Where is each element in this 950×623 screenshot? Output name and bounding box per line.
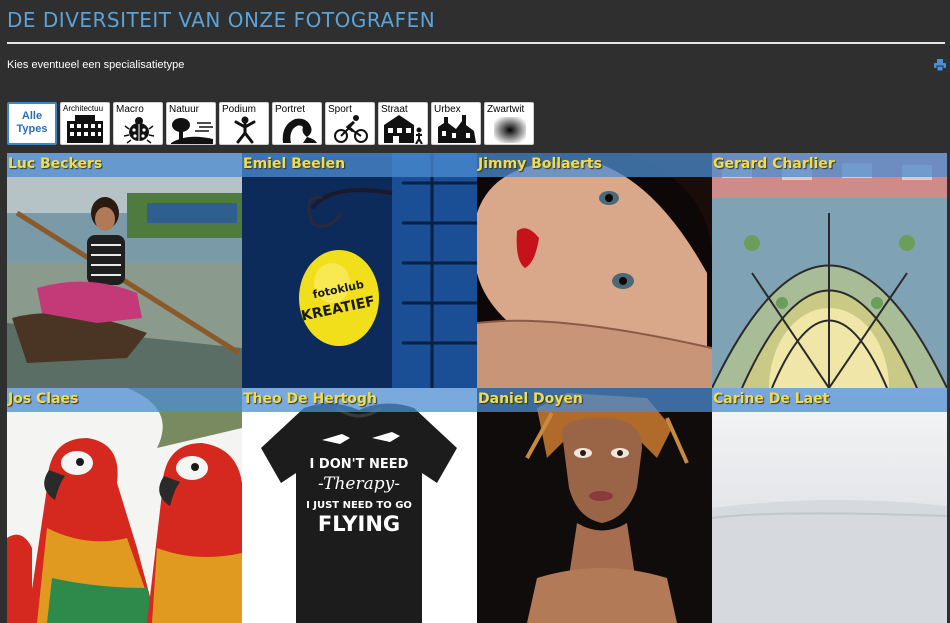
photographer-card-jimmy-bollaerts[interactable]: Jimmy Bollaerts [477, 153, 712, 388]
photographer-name: Luc Beckers [7, 153, 242, 177]
shirt-text-line2: -Therapy- [318, 474, 400, 494]
photographer-name: Theo De Hertogh [242, 388, 477, 412]
photo-fashion-portrait [477, 388, 712, 623]
filter-label: Portret [275, 104, 306, 115]
photo-stained-glass [712, 153, 947, 388]
filter-zwartwit[interactable]: Zwartwit [484, 102, 534, 145]
photographer-name: Jos Claes [7, 388, 242, 412]
filter-label: Alle Types [16, 110, 48, 135]
photo-tshirt: I DON'T NEED -Therapy- I JUST NEED TO GO… [242, 388, 477, 623]
photographer-card-jos-claes[interactable]: Jos Claes [7, 388, 242, 623]
filter-label: Natuur [169, 104, 200, 115]
filter-all-types[interactable]: Alle Types [7, 102, 57, 145]
filter-sport[interactable]: Sport [325, 102, 375, 145]
photographer-grid: Luc Beckers fotoklub KREATIEF Emiel Beel… [7, 153, 947, 623]
filter-straat[interactable]: Straat [378, 102, 428, 145]
shirt-text-line1: I DON'T NEED [310, 457, 409, 472]
filter-label: Macro [116, 104, 144, 115]
photographer-card-luc-beckers[interactable]: Luc Beckers [7, 153, 242, 388]
photo-girl-in-boat [7, 153, 242, 388]
photo-parrots [7, 388, 242, 623]
photographer-card-daniel-doyen[interactable]: Daniel Doyen [477, 388, 712, 623]
filter-label: Sport [328, 104, 352, 115]
filter-label: Zwartwit [487, 104, 525, 115]
photographer-card-carine-de-laet[interactable]: Carine De Laet [712, 388, 947, 623]
photo-fotoklub-sign: fotoklub KREATIEF [242, 153, 477, 388]
filter-urbex[interactable]: Urbex [431, 102, 481, 145]
shirt-text-line4: FLYING [318, 512, 400, 536]
photo-woman-portrait [477, 153, 712, 388]
filter-portret[interactable]: Portret [272, 102, 322, 145]
filter-natuur[interactable]: Natuur [166, 102, 216, 145]
filter-macro[interactable]: Macro [113, 102, 163, 145]
photographer-card-emiel-beelen[interactable]: fotoklub KREATIEF Emiel Beelen [242, 153, 477, 388]
filter-label: Podium [222, 104, 256, 115]
filter-architectuur[interactable]: Architectuu [60, 102, 110, 145]
photographer-name: Jimmy Bollaerts [477, 153, 712, 177]
photographer-name: Daniel Doyen [477, 388, 712, 412]
page-title: DE DIVERSITEIT VAN ONZE FOTOGRAFEN [7, 8, 436, 32]
printer-icon[interactable] [934, 58, 946, 72]
filter-instruction: Kies eventueel een specialisatietype [7, 59, 185, 71]
filter-label: Urbex [434, 104, 461, 115]
photographer-card-theo-de-hertogh[interactable]: I DON'T NEED -Therapy- I JUST NEED TO GO… [242, 388, 477, 623]
filter-label: Architectuu [63, 104, 104, 113]
filter-label: Straat [381, 104, 408, 115]
photo-snow-landscape [712, 388, 947, 623]
photographer-card-gerard-charlier[interactable]: Gerard Charlier [712, 153, 947, 388]
filter-podium[interactable]: Podium [219, 102, 269, 145]
title-divider [7, 42, 945, 44]
shirt-text-line3: I JUST NEED TO GO [306, 500, 412, 511]
photographer-name: Carine De Laet [712, 388, 947, 412]
photographer-name: Emiel Beelen [242, 153, 477, 177]
photographer-name: Gerard Charlier [712, 153, 947, 177]
